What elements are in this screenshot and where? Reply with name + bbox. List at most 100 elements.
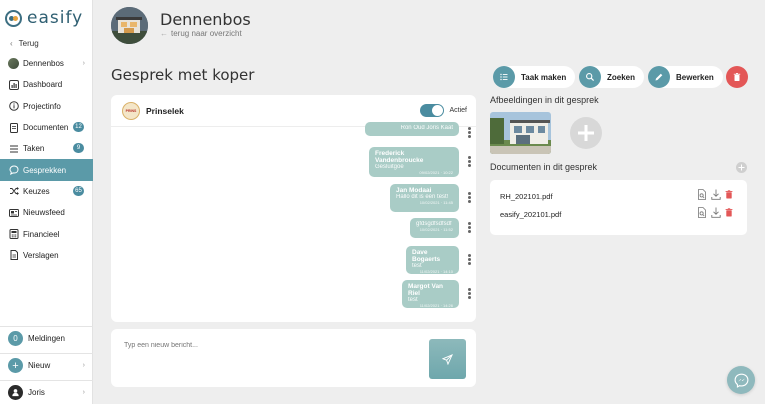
finance-icon — [8, 229, 19, 240]
contact-name: Prinselek — [146, 105, 184, 116]
preview-document-icon[interactable] — [697, 207, 707, 218]
sidebar-item-label: Projectinfo — [23, 101, 61, 111]
message-menu-icon[interactable] — [468, 254, 472, 265]
message-bubble[interactable]: Jan Modaai Hallo dit is een test! 10/02/… — [390, 184, 459, 212]
sidebar-item-label: Gesprekken — [23, 165, 67, 175]
project-avatar-icon — [8, 58, 19, 70]
message-menu-icon[interactable] — [468, 156, 472, 167]
chevron-right-icon: › — [82, 389, 85, 396]
count-badge: 65 — [73, 185, 84, 196]
message-list[interactable]: Ron Oud Joris Kaat Frederick Vandenbrouc… — [111, 122, 476, 322]
active-toggle[interactable] — [420, 104, 444, 117]
search-button[interactable]: Zoeken — [579, 66, 645, 88]
plus-icon — [578, 125, 594, 141]
sidebar-item-documenten[interactable]: Documenten 12 — [0, 117, 93, 138]
document-name: RH_202101.pdf — [500, 191, 553, 201]
download-icon[interactable] — [711, 189, 721, 200]
contact-logo: PRINS — [122, 101, 140, 120]
page-title: Gesprek met koper — [111, 66, 255, 84]
task-icon — [8, 143, 19, 154]
sidebar-item-dashboard[interactable]: Dashboard — [0, 74, 93, 95]
message-menu-icon[interactable] — [468, 288, 472, 299]
image-thumbnail[interactable] — [490, 112, 551, 154]
document-row[interactable]: RH_202101.pdf — [500, 189, 737, 203]
pencil-icon — [648, 66, 670, 88]
message-bubble[interactable]: Dave Bogaerts test 11/02/2021 · 14:10 — [406, 246, 459, 274]
sidebar-item-gesprekken[interactable]: Gesprekken — [0, 159, 93, 181]
sidebar-item-nieuwsfeed[interactable]: Nieuwsfeed — [0, 202, 93, 223]
images-section-title: Afbeeldingen in dit gesprek — [490, 95, 599, 105]
plus-icon: + — [8, 358, 23, 373]
message-bubble[interactable]: Ron Oud Joris Kaat — [365, 122, 459, 136]
sidebar-item-label: Documenten — [23, 123, 69, 133]
sidebar-item-label: Dashboard — [23, 80, 63, 90]
new-button[interactable]: + Nieuw › — [0, 353, 93, 377]
document-name: easify_202101.pdf — [500, 209, 562, 219]
message-menu-icon[interactable] — [468, 127, 472, 138]
message-input[interactable] — [124, 342, 414, 349]
delete-button[interactable] — [726, 66, 748, 88]
logo-icon — [5, 9, 22, 27]
shuffle-icon — [8, 186, 19, 197]
edit-button[interactable]: Bewerken — [648, 66, 723, 88]
back-to-overview-link[interactable]: ← terug naar overzicht — [160, 29, 242, 38]
message-menu-icon[interactable] — [468, 222, 472, 233]
send-button[interactable] — [429, 339, 466, 379]
notifications-count: 0 — [8, 331, 23, 346]
contact-logo-text: PRINS — [125, 108, 137, 113]
project-title: Dennenbos — [160, 10, 251, 29]
report-icon — [8, 250, 19, 261]
dashboard-icon — [8, 79, 19, 90]
trash-icon[interactable] — [725, 190, 733, 199]
task-list-icon — [493, 66, 515, 88]
sidebar-item-taken[interactable]: Taken 9 — [0, 138, 93, 159]
messenger-icon — [734, 373, 748, 388]
message-bubble[interactable]: gfdsgdfsdfsdf 10/02/2021 · 11:52 — [410, 218, 459, 238]
message-menu-icon[interactable] — [468, 192, 472, 203]
back-label: Terug — [18, 39, 39, 48]
trash-icon[interactable] — [725, 208, 733, 217]
message-timestamp: 10/02/2021 · 11:45 — [419, 200, 453, 205]
add-image-button[interactable] — [570, 117, 602, 149]
back-to-overview-label: terug naar overzicht — [171, 29, 242, 38]
sidebar-item-label: Financieel — [23, 229, 60, 239]
search-label: Zoeken — [607, 72, 636, 82]
new-label: Nieuw — [28, 361, 51, 370]
create-task-label: Taak maken — [521, 72, 567, 82]
notifications-button[interactable]: 0 Meldingen — [0, 326, 93, 350]
message-bubble[interactable]: Margot Van Riel test 11/02/2021 · 14:26 — [402, 280, 459, 308]
sidebar-item-dennenbos[interactable]: Dennenbos › — [0, 53, 93, 74]
message-bubble[interactable]: Frederick Vandenbroucke Gesluitgoe 09/02… — [369, 147, 459, 177]
brand-logo[interactable]: easify — [5, 8, 83, 28]
message-sender: Frederick Vandenbroucke — [375, 150, 424, 164]
user-name: Joris — [28, 388, 45, 397]
notifications-label: Meldingen — [28, 334, 65, 343]
sidebar-item-financieel[interactable]: Financieel — [0, 223, 93, 244]
back-link[interactable]: ‹ Terug — [10, 39, 39, 48]
documents-panel: RH_202101.pdf easify_202101.pdf — [490, 180, 747, 235]
messenger-button[interactable] — [727, 366, 755, 394]
chevron-right-icon: › — [82, 362, 85, 369]
count-badge: 9 — [73, 143, 84, 154]
chat-panel: PRINS Prinselek Actief Ron Oud Joris Kaa… — [111, 95, 476, 322]
user-avatar-icon — [8, 385, 23, 400]
sidebar-item-projectinfo[interactable]: Projectinfo — [0, 96, 93, 117]
message-sender: Jan Modaai — [396, 187, 432, 194]
count-badge: 12 — [73, 121, 84, 132]
arrow-left-icon: ← — [160, 29, 168, 38]
download-icon[interactable] — [711, 207, 721, 218]
message-sender: Dave Bogaerts — [412, 249, 441, 263]
create-task-button[interactable]: Taak maken — [493, 66, 576, 88]
sidebar-item-keuzes[interactable]: Keuzes 65 — [0, 181, 93, 202]
project-image — [111, 7, 148, 44]
active-toggle-label: Actief — [449, 107, 467, 114]
document-row[interactable]: easify_202101.pdf — [500, 207, 737, 221]
trash-icon — [733, 73, 741, 81]
preview-document-icon[interactable] — [697, 189, 707, 200]
user-menu[interactable]: Joris › — [0, 380, 93, 404]
message-timestamp: 10/02/2021 · 11:52 — [419, 227, 453, 232]
sidebar-item-verslagen[interactable]: Verslagen — [0, 245, 93, 266]
sidebar-item-label: Keuzes — [23, 186, 50, 196]
brand-name: easify — [27, 8, 84, 28]
add-document-button[interactable] — [736, 162, 747, 173]
